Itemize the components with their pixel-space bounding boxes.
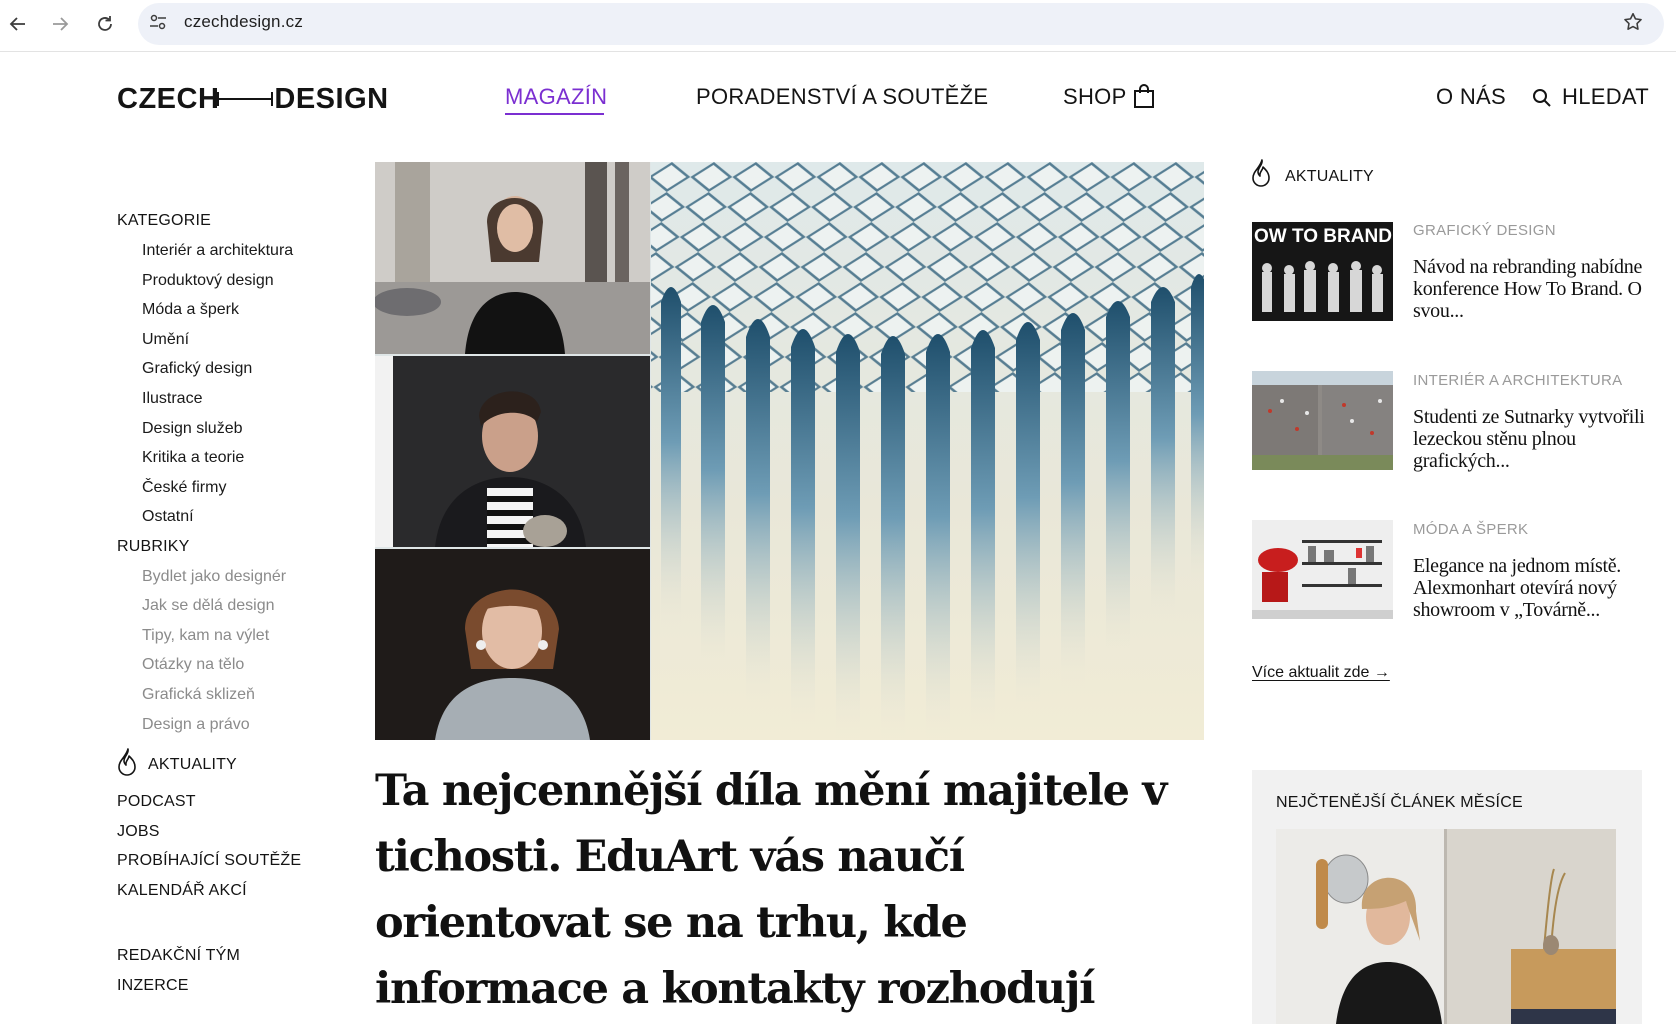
sidebar-item-interier[interactable]: Interiér a architektura: [142, 242, 293, 260]
sidebar-item-produktovy-design[interactable]: Produktový design: [142, 272, 274, 290]
sidebar-link-redakcni-tym[interactable]: REDAKČNÍ TÝM: [117, 947, 240, 965]
sidebar-link-inzerce[interactable]: INZERCE: [117, 977, 189, 995]
nav-hledat[interactable]: HLEDAT: [1562, 84, 1649, 110]
article-headline[interactable]: Ta nejcennější díla mění majitele v tich…: [375, 758, 1195, 1022]
logo-text-right: DESIGN: [274, 82, 389, 115]
portrait-photo-man: [375, 356, 650, 547]
sidebar-item-umeni[interactable]: Umění: [142, 331, 189, 349]
news-category[interactable]: INTERIÉR A ARCHITEKTURA: [1413, 372, 1622, 389]
address-bar[interactable]: [138, 3, 1664, 45]
back-button[interactable]: [4, 10, 32, 38]
shopping-bag-icon[interactable]: [1133, 84, 1155, 108]
news-title[interactable]: Studenti ze Sutnarky vytvořili lezeckou …: [1413, 406, 1653, 472]
sidebar-item-moda-a-sperk[interactable]: Móda a šperk: [142, 301, 239, 319]
bookmark-star-icon[interactable]: [1622, 11, 1644, 33]
more-news-link[interactable]: Více aktualit zde →: [1252, 664, 1390, 682]
news-category[interactable]: MÓDA A ŠPERK: [1413, 521, 1528, 538]
forward-button[interactable]: [46, 10, 74, 38]
sidebar-item-graficka-sklizen[interactable]: Grafická sklizeň: [142, 686, 255, 704]
news-heading[interactable]: AKTUALITY: [1285, 168, 1374, 186]
site-logo[interactable]: CZECH DESIGN: [117, 82, 389, 116]
logo-text-left: CZECH: [117, 82, 220, 115]
sidebar-item-ilustrace[interactable]: Ilustrace: [142, 390, 202, 408]
sidebar-link-jobs[interactable]: JOBS: [117, 823, 160, 841]
news-category[interactable]: GRAFICKÝ DESIGN: [1413, 222, 1556, 239]
news-thumbnail[interactable]: [1252, 371, 1393, 470]
most-read-image[interactable]: [1276, 829, 1616, 1024]
most-read-title[interactable]: NEJČTENĚJŠÍ ČLÁNEK MĚSÍCE: [1276, 794, 1523, 812]
sidebar-item-ceske-firmy[interactable]: České firmy: [142, 479, 226, 497]
nav-poradenstvi-a-souteze[interactable]: PORADENSTVÍ A SOUTĚŽE: [696, 84, 988, 110]
sidebar-heading-rubriky[interactable]: RUBRIKY: [117, 538, 190, 556]
sidebar-item-design-sluzeb[interactable]: Design služeb: [142, 420, 243, 438]
arrow-left-icon: [9, 17, 25, 31]
sidebar-link-aktuality[interactable]: AKTUALITY: [148, 756, 237, 774]
sidebar-link-kalendar-akci[interactable]: KALENDÁŘ AKCÍ: [117, 882, 247, 900]
sidebar-link-probihajici-souteze[interactable]: PROBÍHAJÍCÍ SOUTĚŽE: [117, 852, 301, 870]
sidebar-heading-kategorie[interactable]: KATEGORIE: [117, 212, 211, 230]
sidebar-item-graficky-design[interactable]: Grafický design: [142, 360, 252, 378]
sidebar-link-podcast[interactable]: PODCAST: [117, 793, 196, 811]
news-thumbnail[interactable]: OW TO BRAND: [1252, 222, 1393, 321]
portrait-photo-woman-smiling: [375, 549, 650, 740]
sidebar-item-kritika-a-teorie[interactable]: Kritika a teorie: [142, 449, 244, 467]
reload-button[interactable]: [91, 10, 119, 38]
logo-dash: [217, 92, 274, 106]
sidebar-item-otazky-na-telo[interactable]: Otázky na tělo: [142, 656, 244, 674]
portrait-photo-woman-street: [375, 162, 650, 354]
sidebar-item-bydlet-jako-designer[interactable]: Bydlet jako designér: [142, 568, 286, 586]
browser-toolbar: czechdesign.cz: [0, 0, 1676, 52]
most-read-box: NEJČTENĚJŠÍ ČLÁNEK MĚSÍCE: [1252, 770, 1642, 1024]
sidebar-item-ostatni[interactable]: Ostatní: [142, 508, 194, 526]
hero-image[interactable]: [375, 162, 1204, 740]
sidebar-item-jak-se-dela-design[interactable]: Jak se dělá design: [142, 597, 275, 615]
nav-magazin[interactable]: MAGAZÍN: [505, 84, 607, 110]
arrow-right-icon: [53, 17, 69, 31]
news-title[interactable]: Elegance na jednom místě. Alexmonhart ot…: [1413, 555, 1653, 621]
flame-icon: [118, 748, 136, 776]
art-pattern-image: [651, 162, 1204, 740]
url-text[interactable]: czechdesign.cz: [184, 12, 303, 32]
nav-o-nas[interactable]: O NÁS: [1436, 84, 1506, 110]
news-title[interactable]: Návod na rebranding nabídne konference H…: [1413, 256, 1653, 322]
flame-icon: [1252, 159, 1270, 187]
active-nav-underline: [505, 113, 604, 115]
reload-icon: [98, 16, 112, 31]
site-settings-icon[interactable]: [148, 12, 168, 32]
sidebar-item-tipy-kam-na-vylet[interactable]: Tipy, kam na výlet: [142, 627, 269, 645]
search-icon[interactable]: [1532, 88, 1552, 108]
news-thumb-text: OW TO BRAND: [1254, 226, 1392, 247]
news-thumbnail[interactable]: [1252, 520, 1393, 619]
nav-shop[interactable]: SHOP: [1063, 84, 1127, 110]
sidebar-item-design-a-pravo[interactable]: Design a právo: [142, 716, 250, 734]
